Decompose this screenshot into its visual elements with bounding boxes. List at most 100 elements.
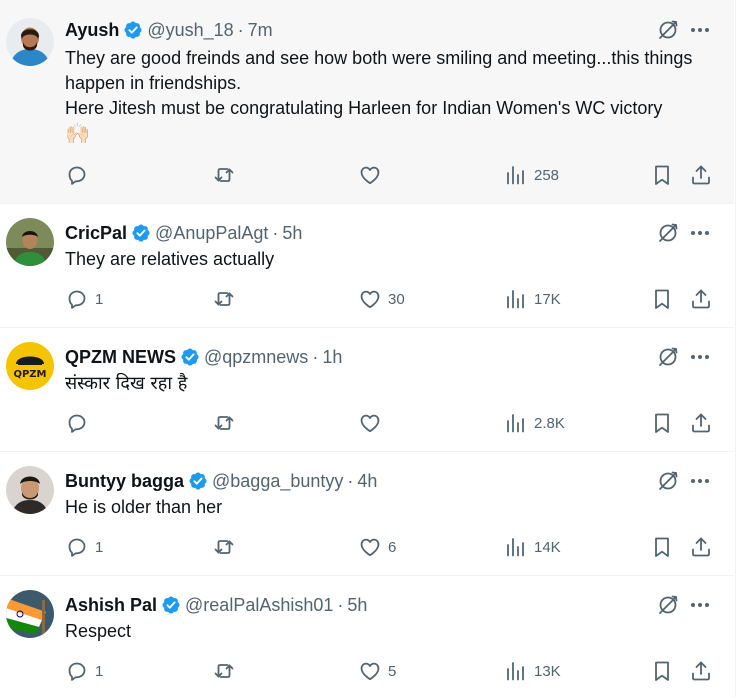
reply-button[interactable]: 1 xyxy=(65,656,103,686)
avatar[interactable] xyxy=(6,466,54,514)
grok-icon[interactable] xyxy=(656,345,680,369)
more-icon[interactable] xyxy=(688,593,712,617)
reply-post[interactable]: Ayush @yush_18 · 7m They are good freind… xyxy=(0,0,734,204)
grok-icon[interactable] xyxy=(656,593,680,617)
reply-icon xyxy=(65,659,89,683)
action-bar: 1 6 14K xyxy=(62,532,716,562)
views-button[interactable]: 2.8K xyxy=(504,408,565,438)
more-icon[interactable] xyxy=(688,18,712,42)
post-header: CricPal @AnupPalAgt · 5h xyxy=(65,221,302,245)
separator-dot: · xyxy=(312,346,319,367)
reply-post[interactable]: CricPal @AnupPalAgt · 5h They are relati… xyxy=(0,204,734,328)
post-time[interactable]: 4h xyxy=(357,471,377,492)
action-bar: 2.8K xyxy=(62,408,716,438)
bookmark-icon xyxy=(650,659,674,683)
like-count: 5 xyxy=(388,662,397,680)
avatar-text: QPZM xyxy=(13,369,46,380)
separator-dot: · xyxy=(347,470,354,491)
reply-button[interactable] xyxy=(65,408,95,438)
repost-icon xyxy=(212,411,236,435)
reply-count: 1 xyxy=(95,538,104,556)
post-time[interactable]: 7m xyxy=(248,20,273,41)
display-name[interactable]: Ayush xyxy=(65,20,119,41)
bookmark-button[interactable] xyxy=(650,408,674,438)
views-icon xyxy=(504,659,528,683)
post-time[interactable]: 5h xyxy=(347,595,367,616)
share-button[interactable] xyxy=(689,160,713,190)
like-button[interactable]: 6 xyxy=(358,532,396,562)
user-handle[interactable]: @AnupPalAgt xyxy=(155,223,268,244)
display-name[interactable]: QPZM NEWS xyxy=(65,347,176,368)
verified-badge-icon xyxy=(188,471,208,491)
bookmark-button[interactable] xyxy=(650,284,674,314)
like-button[interactable]: 5 xyxy=(358,656,396,686)
grok-icon[interactable] xyxy=(656,18,680,42)
like-button[interactable]: 30 xyxy=(358,284,405,314)
post-header: Buntyy bagga @bagga_buntyy · 4h xyxy=(65,469,377,493)
reply-post[interactable]: Buntyy bagga @bagga_buntyy · 4h He is ol… xyxy=(0,452,734,576)
grok-icon[interactable] xyxy=(656,221,680,245)
repost-button[interactable] xyxy=(212,532,242,562)
user-handle[interactable]: @qpzmnews xyxy=(204,347,308,368)
replies-feed: Ayush @yush_18 · 7m They are good freind… xyxy=(0,0,736,697)
views-button[interactable]: 14K xyxy=(504,532,561,562)
share-button[interactable] xyxy=(689,284,713,314)
display-name[interactable]: Buntyy bagga xyxy=(65,471,184,492)
bookmark-icon xyxy=(650,411,674,435)
like-button[interactable] xyxy=(358,408,388,438)
like-icon xyxy=(358,535,382,559)
reply-count: 1 xyxy=(95,290,104,308)
repost-button[interactable] xyxy=(212,160,242,190)
repost-button[interactable] xyxy=(212,284,242,314)
post-text-content: They are good freinds and see how both w… xyxy=(65,48,693,118)
display-name[interactable]: Ashish Pal xyxy=(65,595,157,616)
views-icon xyxy=(504,411,528,435)
reply-button[interactable] xyxy=(65,160,95,190)
user-handle[interactable]: @bagga_buntyy xyxy=(212,471,343,492)
more-icon[interactable] xyxy=(688,469,712,493)
action-bar: 1 30 17K xyxy=(62,284,716,314)
avatar[interactable] xyxy=(6,218,54,266)
verified-badge-icon xyxy=(180,347,200,367)
bookmark-icon xyxy=(650,163,674,187)
like-button[interactable] xyxy=(358,160,388,190)
repost-button[interactable] xyxy=(212,408,242,438)
post-header: QPZM NEWS @qpzmnews · 1h xyxy=(65,345,342,369)
views-icon xyxy=(504,163,528,187)
views-button[interactable]: 13K xyxy=(504,656,561,686)
bookmark-button[interactable] xyxy=(650,160,674,190)
more-icon[interactable] xyxy=(688,221,712,245)
reply-post[interactable]: QPZM QPZM NEWS @qpzmnews · 1h संस्कार दि… xyxy=(0,328,734,452)
more-icon[interactable] xyxy=(688,345,712,369)
share-button[interactable] xyxy=(689,408,713,438)
like-icon xyxy=(358,411,382,435)
reply-button[interactable]: 1 xyxy=(65,532,103,562)
action-bar: 1 5 13K xyxy=(62,656,716,686)
avatar[interactable] xyxy=(6,18,54,66)
share-button[interactable] xyxy=(689,656,713,686)
grok-icon[interactable] xyxy=(656,469,680,493)
views-button[interactable]: 17K xyxy=(504,284,561,314)
verified-badge-icon xyxy=(123,20,143,40)
repost-icon xyxy=(212,535,236,559)
reply-post[interactable]: Ashish Pal @realPalAshish01 · 5h Respect… xyxy=(0,576,734,697)
display-name[interactable]: CricPal xyxy=(65,223,127,244)
post-time[interactable]: 1h xyxy=(322,347,342,368)
user-handle[interactable]: @yush_18 xyxy=(147,20,233,41)
avatar[interactable]: QPZM xyxy=(6,342,54,390)
bookmark-icon xyxy=(650,535,674,559)
share-button[interactable] xyxy=(689,532,713,562)
bookmark-icon xyxy=(650,287,674,311)
bookmark-button[interactable] xyxy=(650,656,674,686)
views-button[interactable]: 258 xyxy=(504,160,559,190)
avatar[interactable] xyxy=(6,590,54,638)
view-count: 2.8K xyxy=(534,414,565,432)
post-time[interactable]: 5h xyxy=(282,223,302,244)
reply-icon xyxy=(65,163,89,187)
reply-icon xyxy=(65,535,89,559)
reply-button[interactable]: 1 xyxy=(65,284,103,314)
repost-button[interactable] xyxy=(212,656,242,686)
bookmark-button[interactable] xyxy=(650,532,674,562)
verified-badge-icon xyxy=(161,595,181,615)
user-handle[interactable]: @realPalAshish01 xyxy=(185,595,333,616)
